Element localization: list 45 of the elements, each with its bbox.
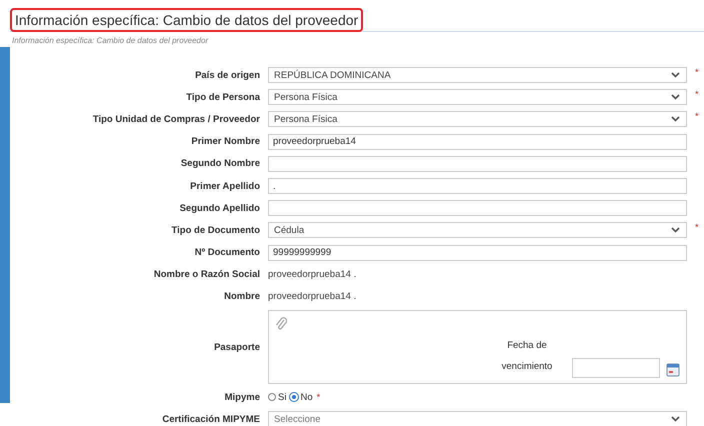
input-field[interactable]: 99999999999 — [268, 244, 687, 261]
section-subtitle: Información específica: Cambio de datos del proveedor — [12, 36, 210, 46]
date-field[interactable] — [572, 358, 660, 378]
field-label: País de origen — [194, 70, 260, 81]
dropdown[interactable]: Seleccione — [268, 411, 687, 426]
field-label: Nº Documento — [194, 247, 260, 258]
field-label: Tipo de Documento — [170, 224, 260, 236]
field-value: proveedorprueba14 . — [268, 291, 356, 302]
field-label: Tipo de Persona — [185, 92, 260, 103]
chevron-down-icon — [671, 94, 680, 100]
radio-option[interactable]: Si — [268, 392, 286, 403]
required-mark: * — [695, 111, 699, 122]
radio-option[interactable]: No — [290, 392, 313, 403]
field-label: Primer Apellido — [189, 180, 260, 192]
field-label: Nombre o Razón Social — [152, 269, 260, 280]
field-label: Primer Nombre — [190, 136, 260, 148]
chevron-down-icon — [671, 227, 680, 234]
field-label: Pasaporte — [213, 342, 260, 353]
field-label: Segundo Nombre — [180, 158, 260, 170]
required-mark: * — [695, 89, 699, 100]
input-field[interactable] — [268, 156, 687, 172]
attachment-box[interactable]: Fecha de vencimiento — [268, 310, 687, 384]
input-field[interactable] — [268, 200, 687, 216]
field-label: Nombre — [223, 291, 260, 302]
required-mark: * — [695, 222, 699, 232]
field-label: Tipo Unidad de Compras / Proveedor — [92, 114, 260, 125]
chevron-down-icon — [671, 416, 680, 422]
calendar-icon[interactable] — [666, 363, 680, 378]
field-label: Fecha de vencimiento — [500, 339, 554, 374]
dropdown[interactable]: Persona Física — [268, 111, 687, 128]
dropdown[interactable]: REPÚBLICA DOMINICANA — [268, 67, 687, 84]
input-field[interactable]: . — [268, 178, 687, 194]
field-value: proveedorprueba14 . — [268, 269, 356, 280]
chevron-down-icon — [671, 72, 680, 78]
field-label: Certificación MIPYME — [161, 414, 260, 425]
input-field[interactable]: proveedorprueba14 — [268, 134, 687, 150]
required-mark: * — [695, 67, 699, 77]
section-title: Información específica: Cambio de datos del proveedor — [10, 8, 364, 32]
dropdown[interactable]: Persona Física — [268, 89, 687, 106]
chevron-down-icon — [671, 116, 680, 122]
field-label: Mipyme — [224, 392, 260, 403]
paperclip-icon — [275, 317, 287, 332]
required-mark: * — [316, 392, 320, 402]
dropdown[interactable]: Cédula — [268, 222, 687, 238]
field-label: Segundo Apellido — [178, 202, 260, 214]
